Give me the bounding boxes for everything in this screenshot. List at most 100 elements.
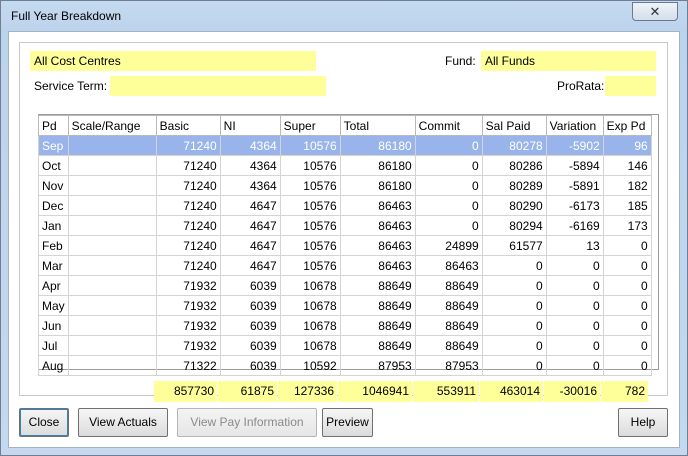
table-row[interactable]: Apr 71932 6039 10678 88649 88649 0 0 0 xyxy=(38,275,652,296)
column-header[interactable]: Pd xyxy=(38,115,69,136)
table-row[interactable]: Jun 71932 6039 10678 88649 88649 0 0 0 xyxy=(38,315,652,336)
period-cell: Mar xyxy=(38,255,69,276)
table-row[interactable]: Aug 71322 6039 10592 87953 87953 0 0 0 xyxy=(38,355,652,376)
column-header[interactable]: Exp Pd xyxy=(602,115,652,136)
table-cell: 4647 xyxy=(219,195,281,216)
column-header[interactable]: Total xyxy=(339,115,416,136)
table-cell: 0 xyxy=(481,255,547,276)
period-cell: Apr xyxy=(38,275,69,296)
table-cell: 0 xyxy=(481,355,547,376)
table-cell: 0 xyxy=(414,155,483,176)
column-header[interactable]: Scale/Range xyxy=(67,115,157,136)
close-button[interactable]: Close xyxy=(19,408,69,437)
table-row[interactable]: Jan 71240 4647 10576 86463 0 80294 -6169 173 xyxy=(38,215,652,236)
table-cell: 86463 xyxy=(339,255,416,276)
table-cell: 71932 xyxy=(155,315,221,336)
breakdown-table: Pd Scale/Range Basic NI Super Total Commit Sal … xyxy=(38,115,652,376)
table-cell: 10576 xyxy=(279,175,341,196)
table-cell: 0 xyxy=(414,215,483,236)
table-cell: 0 xyxy=(414,135,483,156)
view-actuals-button[interactable]: View Actuals xyxy=(78,408,168,437)
table-row[interactable]: Feb 71240 4647 10576 86463 24899 61577 13 0 xyxy=(38,235,652,256)
total-super: 127336 xyxy=(278,381,337,402)
table-cell: 71240 xyxy=(155,135,221,156)
table-cell: 71932 xyxy=(155,295,221,316)
table-cell: 61577 xyxy=(481,235,547,256)
table-cell: 6039 xyxy=(219,275,281,296)
column-header[interactable]: Commit xyxy=(414,115,483,136)
table-cell: 6039 xyxy=(219,295,281,316)
table-cell: 0 xyxy=(602,275,652,296)
table-cell xyxy=(67,315,157,336)
prorata-field[interactable] xyxy=(605,76,656,96)
table-cell: 10678 xyxy=(279,295,341,316)
table-cell: 24899 xyxy=(414,235,483,256)
table-cell xyxy=(67,155,157,176)
column-header[interactable]: NI xyxy=(219,115,281,136)
service-term-field[interactable] xyxy=(110,76,326,96)
table-cell: 88649 xyxy=(339,275,416,296)
table-cell xyxy=(67,235,157,256)
total-commit: 553911 xyxy=(413,381,479,402)
window-close-button[interactable]: ✕ xyxy=(632,2,678,21)
table-cell: 0 xyxy=(545,275,604,296)
table-row[interactable]: May 71932 6039 10678 88649 88649 0 0 0 xyxy=(38,295,652,316)
cost-centre-field[interactable]: All Cost Centres xyxy=(30,51,316,71)
fund-field[interactable]: All Funds xyxy=(481,51,656,71)
table-cell: 182 xyxy=(602,175,652,196)
total-variation: -30016 xyxy=(544,381,600,402)
table-cell: 71240 xyxy=(155,215,221,236)
title-bar[interactable]: Full Year Breakdown ✕ xyxy=(1,1,687,31)
table-cell: 10678 xyxy=(279,335,341,356)
table-cell: 71240 xyxy=(155,235,221,256)
column-header[interactable]: Basic xyxy=(155,115,221,136)
table-row[interactable]: Dec 71240 4647 10576 86463 0 80290 -6173 185 xyxy=(38,195,652,216)
table-cell xyxy=(67,335,157,356)
table-cell: 4647 xyxy=(219,215,281,236)
table-row[interactable]: Jul 71932 6039 10678 88649 88649 0 0 0 xyxy=(38,335,652,356)
period-cell: Nov xyxy=(38,175,69,196)
table-cell: -5902 xyxy=(545,135,604,156)
help-button[interactable]: Help xyxy=(618,408,668,437)
table-cell xyxy=(67,195,157,216)
period-cell: Sep xyxy=(38,135,69,156)
table-cell: 71240 xyxy=(155,255,221,276)
table-cell: 0 xyxy=(545,315,604,336)
breakdown-panel: All Cost Centres Fund: All Funds Service… xyxy=(19,42,668,402)
table-cell: 88649 xyxy=(339,295,416,316)
table-row[interactable]: Oct 71240 4364 10576 86180 0 80286 -5894 146 xyxy=(38,155,652,176)
table-cell: 6039 xyxy=(219,335,281,356)
table-cell: 71240 xyxy=(155,175,221,196)
table-cell: -5891 xyxy=(545,175,604,196)
table-cell: 80294 xyxy=(481,215,547,236)
table-cell: 86463 xyxy=(414,255,483,276)
table-cell: 88649 xyxy=(339,335,416,356)
table-cell: 71240 xyxy=(155,155,221,176)
table-row[interactable]: Nov 71240 4364 10576 86180 0 80289 -5891 182 xyxy=(38,175,652,196)
column-header[interactable]: Sal Paid xyxy=(481,115,547,136)
table-cell: 4364 xyxy=(219,135,281,156)
table-cell: 10576 xyxy=(279,155,341,176)
prorata-label: ProRata: xyxy=(557,79,605,93)
table-cell: 0 xyxy=(545,255,604,276)
table-cell: 6039 xyxy=(219,315,281,336)
table-cell xyxy=(67,275,157,296)
total-exp-pd: 782 xyxy=(601,381,648,402)
table-cell: 80286 xyxy=(481,155,547,176)
period-cell: Jul xyxy=(38,335,69,356)
table-cell: 0 xyxy=(545,295,604,316)
view-pay-information-button[interactable]: View Pay Information xyxy=(177,408,317,437)
table-cell: 10678 xyxy=(279,275,341,296)
table-cell: 6039 xyxy=(219,355,281,376)
table-cell: 71932 xyxy=(155,275,221,296)
table-cell: 71240 xyxy=(155,195,221,216)
column-header[interactable]: Variation xyxy=(545,115,604,136)
service-term-label: Service Term: xyxy=(34,79,108,93)
table-cell: 88649 xyxy=(414,275,483,296)
table-row[interactable]: Mar 71240 4647 10576 86463 86463 0 0 0 xyxy=(38,255,652,276)
table-row[interactable]: Sep 71240 4364 10576 86180 0 80278 -5902 96 xyxy=(38,135,652,156)
table-cell: 4647 xyxy=(219,255,281,276)
table-cell: 87953 xyxy=(414,355,483,376)
column-header[interactable]: Super xyxy=(279,115,341,136)
preview-button[interactable]: Preview xyxy=(322,408,373,437)
